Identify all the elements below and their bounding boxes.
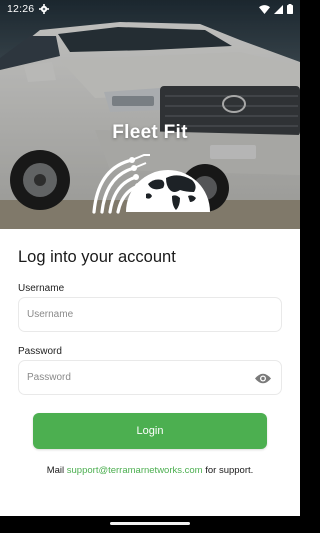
battery-icon — [287, 4, 293, 14]
status-bar: 12:26 — [0, 0, 300, 18]
login-button[interactable]: Login — [33, 413, 267, 449]
username-label: Username — [18, 283, 65, 294]
support-prefix: Mail — [46, 465, 67, 476]
support-email-link[interactable]: support@terramarnetworks.com — [67, 465, 203, 476]
username-input[interactable] — [27, 309, 247, 320]
system-navigation-bar — [0, 516, 300, 533]
settings-icon — [39, 4, 50, 14]
hero-banner: 12:26 Fleet Fit — [0, 0, 300, 229]
support-suffix: for support. — [202, 465, 254, 476]
status-time: 12:26 — [7, 3, 35, 15]
wifi-icon — [259, 4, 270, 14]
login-screen: 12:26 Fleet Fit Log into your account Us… — [0, 0, 300, 533]
password-input[interactable] — [27, 372, 247, 383]
home-gesture-handle[interactable] — [110, 522, 190, 525]
support-text: Mail support@terramarnetworks.com for su… — [0, 465, 300, 476]
page-title: Log into your account — [18, 248, 176, 266]
login-form: Log into your account Username Password … — [0, 229, 300, 516]
eye-icon[interactable] — [254, 370, 272, 386]
password-label: Password — [18, 346, 62, 357]
password-field[interactable] — [18, 360, 282, 395]
app-brand-name: Fleet Fit — [112, 122, 188, 143]
username-field[interactable] — [18, 297, 282, 332]
cellular-signal-icon — [274, 4, 283, 14]
globe-network-icon — [92, 154, 210, 214]
